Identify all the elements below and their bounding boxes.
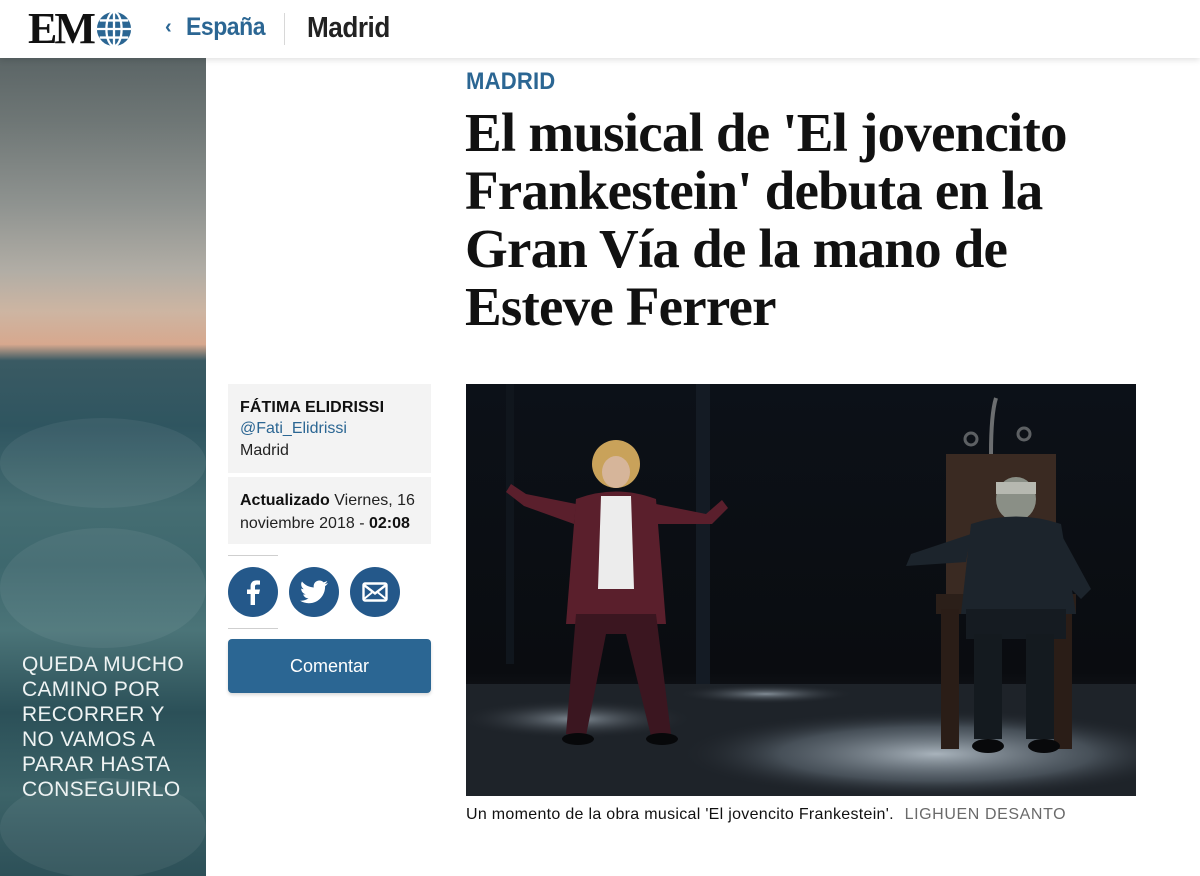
author-city: Madrid <box>240 442 289 459</box>
twitter-share-button[interactable] <box>289 567 339 617</box>
divider <box>228 555 278 556</box>
breadcrumb-divider <box>284 13 285 45</box>
divider <box>228 628 278 629</box>
author-twitter-link[interactable]: @Fati_Elidrissi <box>240 418 419 440</box>
stage-photo-illustration <box>466 384 1136 796</box>
update-date: Actualizado Viernes, 16 noviembre 2018 -… <box>228 477 431 544</box>
globe-icon <box>96 10 131 48</box>
article-photo <box>466 384 1136 796</box>
section-title: Madrid <box>307 12 390 44</box>
article-kicker[interactable]: MADRID <box>466 68 555 96</box>
photo-caption-text: Un momento de la obra musical 'El jovenc… <box>466 806 894 823</box>
article-headline: El musical de 'El jovencito Frankestein'… <box>465 102 1068 337</box>
mail-icon <box>362 582 388 602</box>
top-header: EM ‹ España Madrid <box>0 0 1200 58</box>
ad-wave-decoration <box>0 528 206 648</box>
facebook-share-button[interactable] <box>228 567 278 617</box>
ad-wave-decoration <box>0 418 206 508</box>
email-share-button[interactable] <box>350 567 400 617</box>
comment-button[interactable]: Comentar <box>228 639 431 693</box>
logo-text: EM <box>28 4 96 53</box>
advertisement-banner[interactable]: QUEDA MUCHO CAMINO POR RECORRER Y NO VAM… <box>0 58 206 876</box>
updated-time: 02:08 <box>368 515 410 532</box>
twitter-icon <box>300 580 328 604</box>
facebook-icon <box>247 580 260 605</box>
chevron-left-icon: ‹ <box>165 16 172 38</box>
photo-credit: LIGHUEN DESANTO <box>904 806 1067 823</box>
updated-label: Actualizado <box>240 492 330 509</box>
author-name: FÁTIMA ELIDRISSI <box>240 399 385 416</box>
photo-caption: Un momento de la obra musical 'El jovenc… <box>466 806 1166 824</box>
site-logo[interactable]: EM <box>28 4 133 53</box>
breadcrumb-espana-link[interactable]: España <box>186 13 266 42</box>
author-box: FÁTIMA ELIDRISSI @Fati_Elidrissi Madrid <box>228 384 431 473</box>
ad-slogan: QUEDA MUCHO CAMINO POR RECORRER Y NO VAM… <box>22 653 184 801</box>
